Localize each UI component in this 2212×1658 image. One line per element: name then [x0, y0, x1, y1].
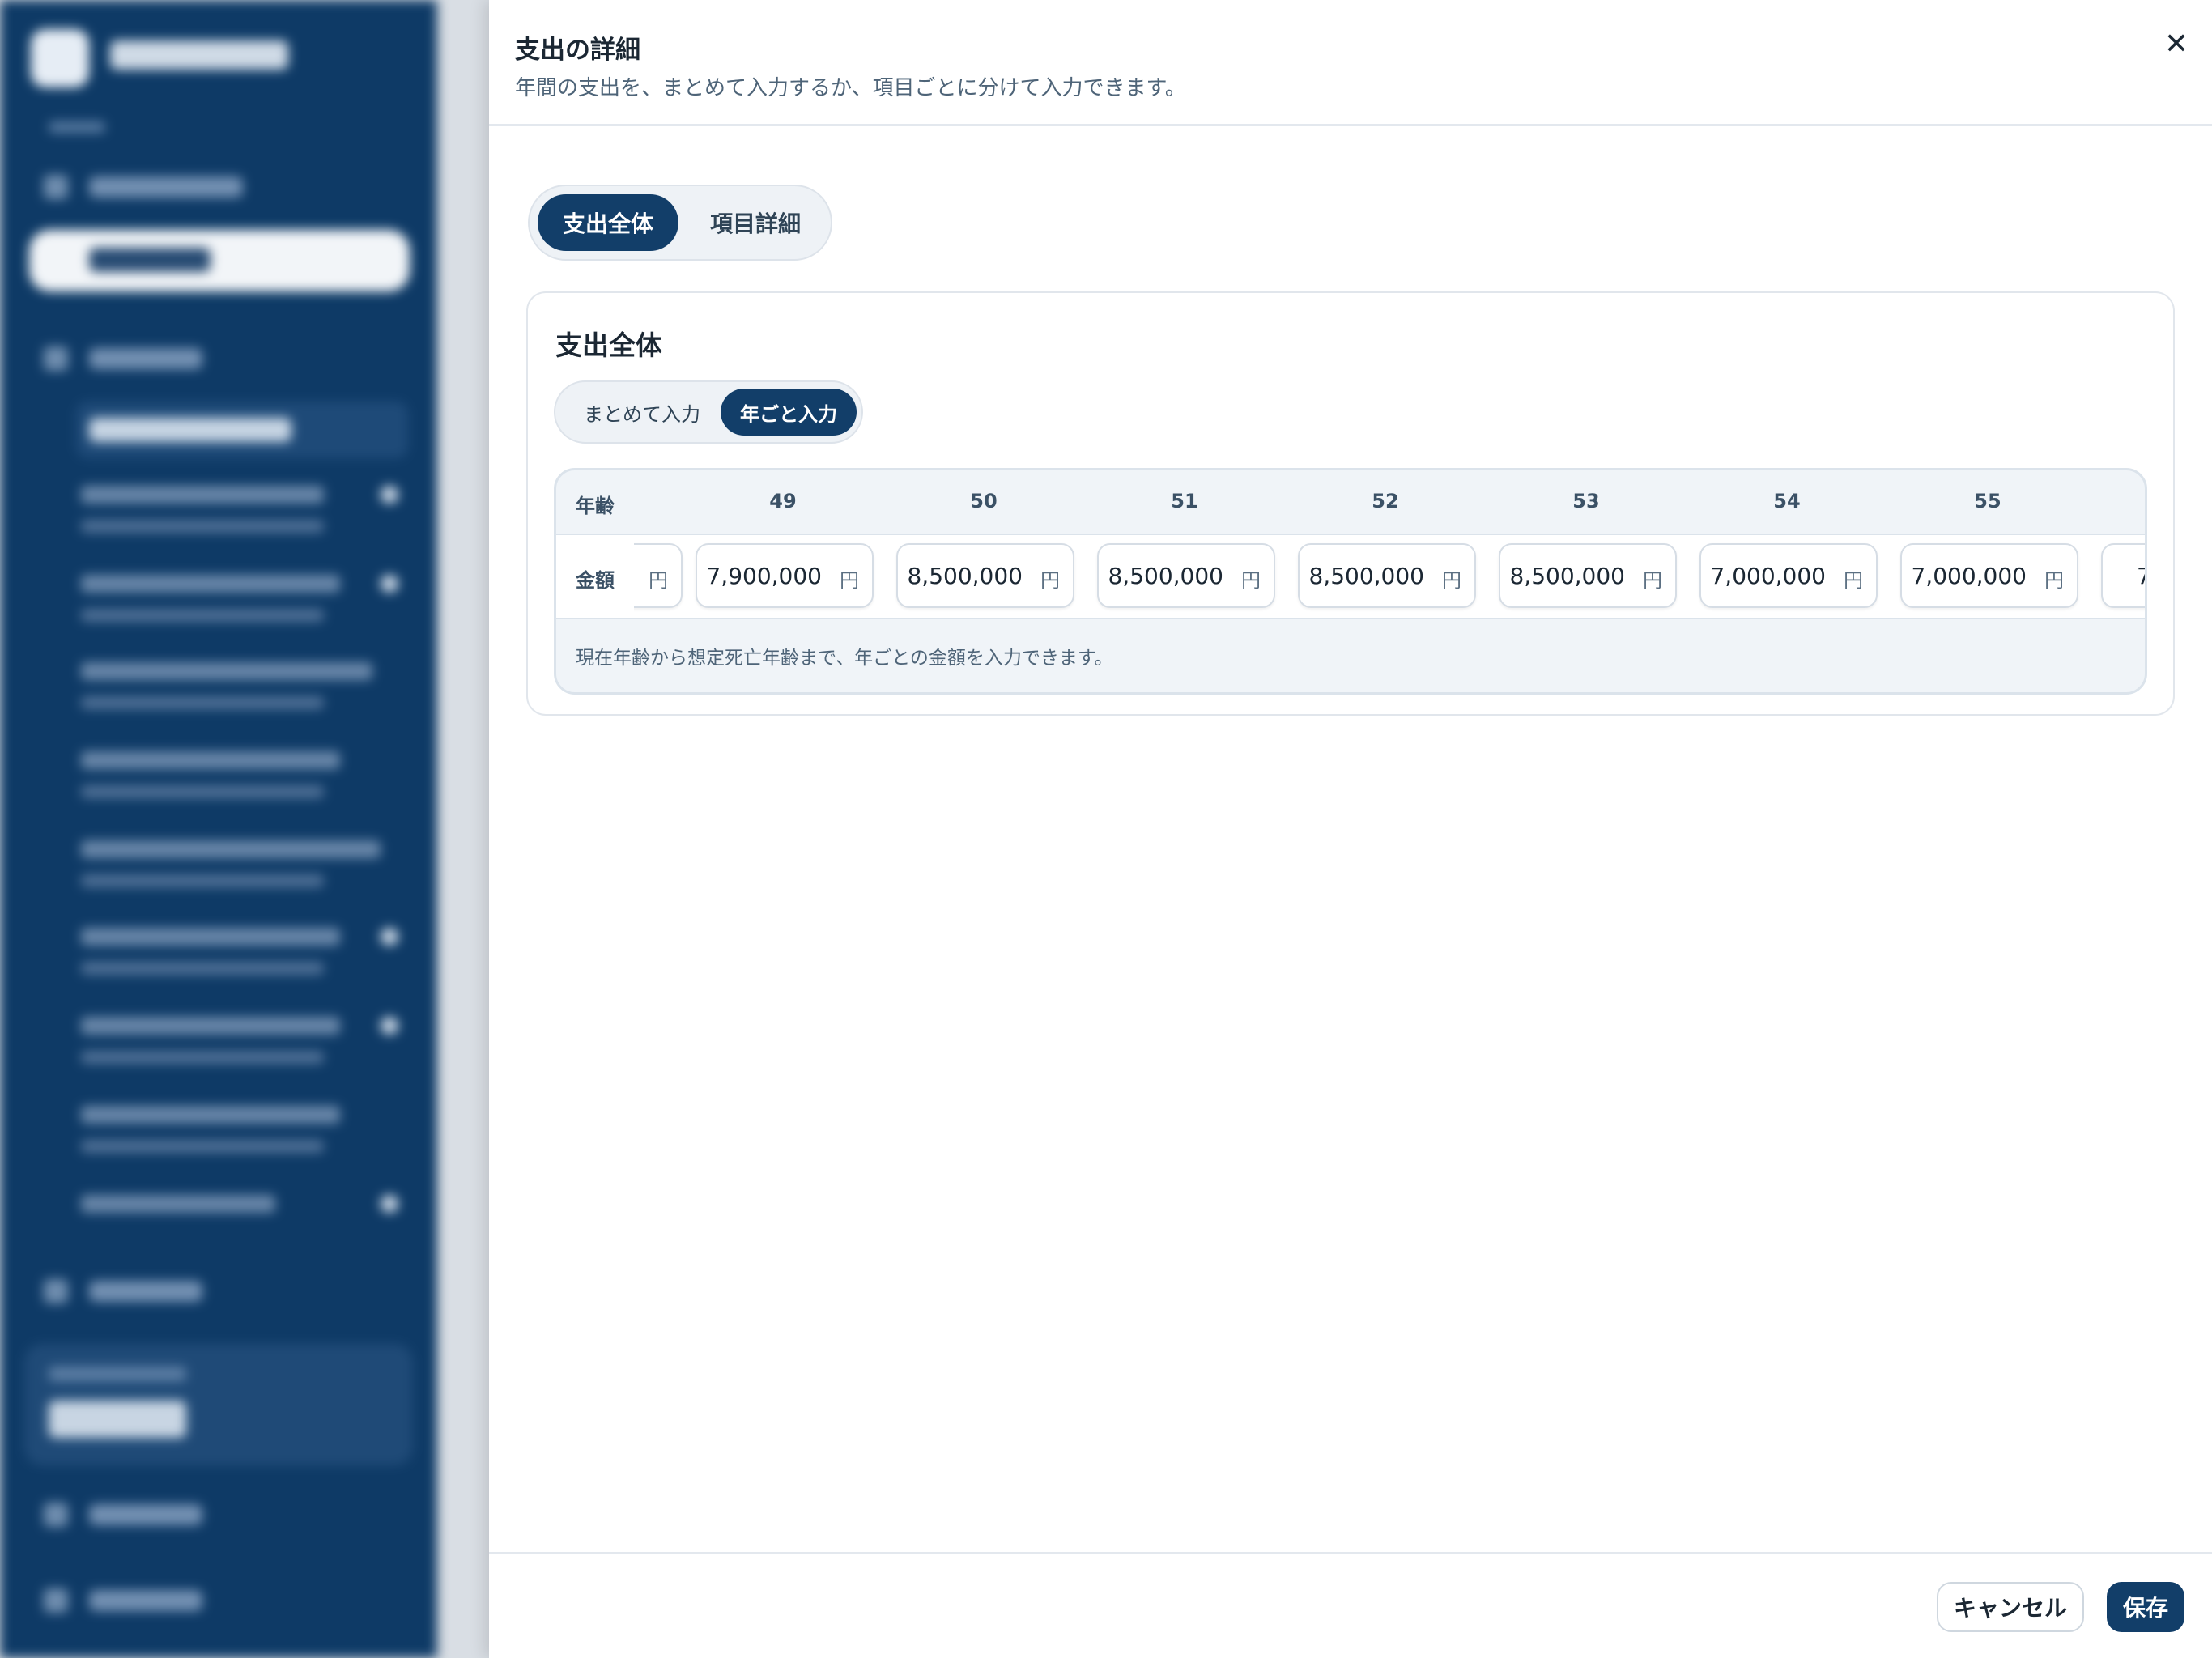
sidebar-subitem-placeholder — [81, 486, 324, 504]
sidebar-item-placeholder — [89, 1504, 202, 1525]
sidebar-subitem-placeholder — [81, 928, 340, 946]
modal-footer: キャンセル 保存 — [489, 1552, 2212, 1658]
app-brand-placeholder — [110, 40, 288, 70]
age-cell: 50 — [970, 490, 998, 512]
sidebar-subitem-placeholder — [81, 520, 324, 533]
sidebar-item-active-label — [89, 248, 211, 272]
sidebar-item-placeholder — [89, 176, 243, 198]
amount-unit: 円 — [2044, 569, 2064, 592]
yearly-amount-table[interactable]: 年齢 49 50 51 52 53 54 55 金額 円 7,900,000 円… — [554, 468, 2147, 695]
age-row: 年齢 49 50 51 52 53 54 55 — [556, 470, 2145, 535]
age-row-label: 年齢 — [576, 495, 615, 517]
sidebar-summary-label — [49, 1367, 186, 1381]
amount-value-partial: 7 — [2137, 563, 2145, 589]
status-dot — [381, 928, 398, 946]
amount-value: 7,900,000 — [706, 563, 822, 589]
logout-icon — [44, 1588, 68, 1613]
modal-header: 支出の詳細 年間の支出を、まとめて入力するか、項目ごとに分けて入力できます。 ✕ — [489, 0, 2212, 126]
amount-value: 8,500,000 — [1108, 563, 1223, 589]
sidebar-subitem-placeholder — [81, 575, 340, 593]
age-cell: 54 — [1773, 490, 1801, 512]
app-logo — [31, 29, 89, 87]
amount-input-partial-right[interactable]: 7 — [2101, 543, 2145, 608]
amount-value: 8,500,000 — [1509, 563, 1625, 589]
sidebar-subitem-placeholder — [81, 840, 381, 858]
amount-unit: 円 — [840, 569, 859, 592]
sidebar-subitem-placeholder — [81, 662, 372, 680]
amount-input-age-55[interactable]: 7,000,000 円 — [1900, 543, 2078, 608]
amount-unit: 円 — [1442, 569, 1461, 592]
sidebar-subitem-placeholder — [81, 1140, 324, 1153]
sidebar-subitem-placeholder — [81, 1017, 340, 1035]
age-cell: 51 — [1171, 490, 1198, 512]
sidebar-subitem-placeholder — [81, 751, 340, 769]
sidebar-subitem-placeholder — [81, 609, 324, 622]
expense-detail-modal: 支出の詳細 年間の支出を、まとめて入力するか、項目ごとに分けて入力できます。 ✕… — [489, 0, 2212, 1658]
tab-yearly-input[interactable]: 年ごと入力 — [721, 389, 857, 436]
sidebar-subitem-placeholder — [81, 1195, 275, 1213]
amount-row: 金額 円 7,900,000 円 8,500,000 円 8,500,000 円… — [556, 535, 2145, 619]
sidebar-summary-value — [49, 1401, 186, 1438]
status-dot — [381, 486, 398, 504]
calendar-icon — [44, 1279, 68, 1303]
amount-scroll-area[interactable]: 円 7,900,000 円 8,500,000 円 8,500,000 円 8,… — [634, 535, 2145, 619]
sidebar-subitem-placeholder — [81, 874, 324, 887]
tab-item-detail[interactable]: 項目詳細 — [687, 194, 824, 251]
close-button[interactable]: ✕ — [2157, 24, 2196, 63]
amount-row-label: 金額 — [576, 569, 615, 592]
sidebar-item-placeholder — [89, 1590, 202, 1611]
amount-unit: 円 — [1844, 569, 1863, 592]
sidebar-item-active — [29, 230, 410, 291]
main-tab-group: 支出全体 項目詳細 — [528, 185, 832, 261]
save-button[interactable]: 保存 — [2107, 1582, 2184, 1632]
user-icon — [44, 1503, 68, 1527]
amount-input-age-49[interactable]: 7,900,000 円 — [696, 543, 874, 608]
amount-input-age-54[interactable]: 7,000,000 円 — [1699, 543, 1878, 608]
amount-value: 7,000,000 — [1911, 563, 2027, 589]
amount-value: 7,000,000 — [1710, 563, 1826, 589]
modal-description: 年間の支出を、まとめて入力するか、項目ごとに分けて入力できます。 — [515, 76, 1186, 100]
amount-input-age-50[interactable]: 8,500,000 円 — [896, 543, 1074, 608]
amount-input-age-52[interactable]: 8,500,000 円 — [1298, 543, 1476, 608]
amount-input-age-51[interactable]: 8,500,000 円 — [1097, 543, 1275, 608]
amount-value: 8,500,000 — [907, 563, 1023, 589]
cancel-button[interactable]: キャンセル — [1937, 1582, 2084, 1632]
amount-unit: 円 — [1241, 569, 1261, 592]
background-sidebar — [0, 0, 437, 1658]
age-cell: 52 — [1372, 490, 1399, 512]
status-dot — [381, 1017, 398, 1035]
card-title: 支出全体 — [555, 329, 662, 361]
sidebar-subitem-active-label — [89, 418, 291, 442]
sidebar-subitem-placeholder — [81, 1051, 324, 1064]
sidebar-subitem-placeholder — [81, 1106, 340, 1124]
folder-icon — [44, 346, 68, 371]
sidebar-item-placeholder — [89, 348, 202, 369]
amount-value: 8,500,000 — [1308, 563, 1424, 589]
dashboard-icon — [44, 175, 68, 199]
tab-bulk-input[interactable]: まとめて入力 — [564, 389, 721, 436]
sidebar-item-placeholder — [89, 1281, 202, 1302]
sidebar-subitem-placeholder — [81, 785, 324, 798]
sidebar-subitem-placeholder — [81, 696, 324, 709]
amount-unit: 円 — [1040, 569, 1060, 592]
close-icon: ✕ — [2163, 27, 2189, 61]
table-help-text: 現在年齢から想定死亡年齢まで、年ごとの金額を入力できます。 — [576, 648, 1113, 669]
sidebar-subitem-placeholder — [81, 962, 324, 975]
sidebar-section-label — [49, 121, 105, 133]
status-dot — [381, 575, 398, 593]
amount-input-age-53[interactable]: 8,500,000 円 — [1499, 543, 1677, 608]
age-cell: 53 — [1572, 490, 1600, 512]
modal-title: 支出の詳細 — [515, 36, 640, 65]
amount-input-partial-left[interactable]: 円 — [634, 543, 683, 608]
tab-expense-total[interactable]: 支出全体 — [538, 194, 678, 251]
age-cell: 55 — [1974, 490, 2001, 512]
amount-unit: 円 — [1643, 569, 1662, 592]
expense-total-card: 支出全体 まとめて入力 年ごと入力 年齢 49 50 51 52 53 54 5… — [526, 291, 2175, 716]
age-cell: 49 — [769, 490, 797, 512]
status-dot — [381, 1195, 398, 1213]
amount-unit: 円 — [649, 569, 668, 592]
input-mode-toggle: まとめて入力 年ごと入力 — [554, 380, 863, 444]
